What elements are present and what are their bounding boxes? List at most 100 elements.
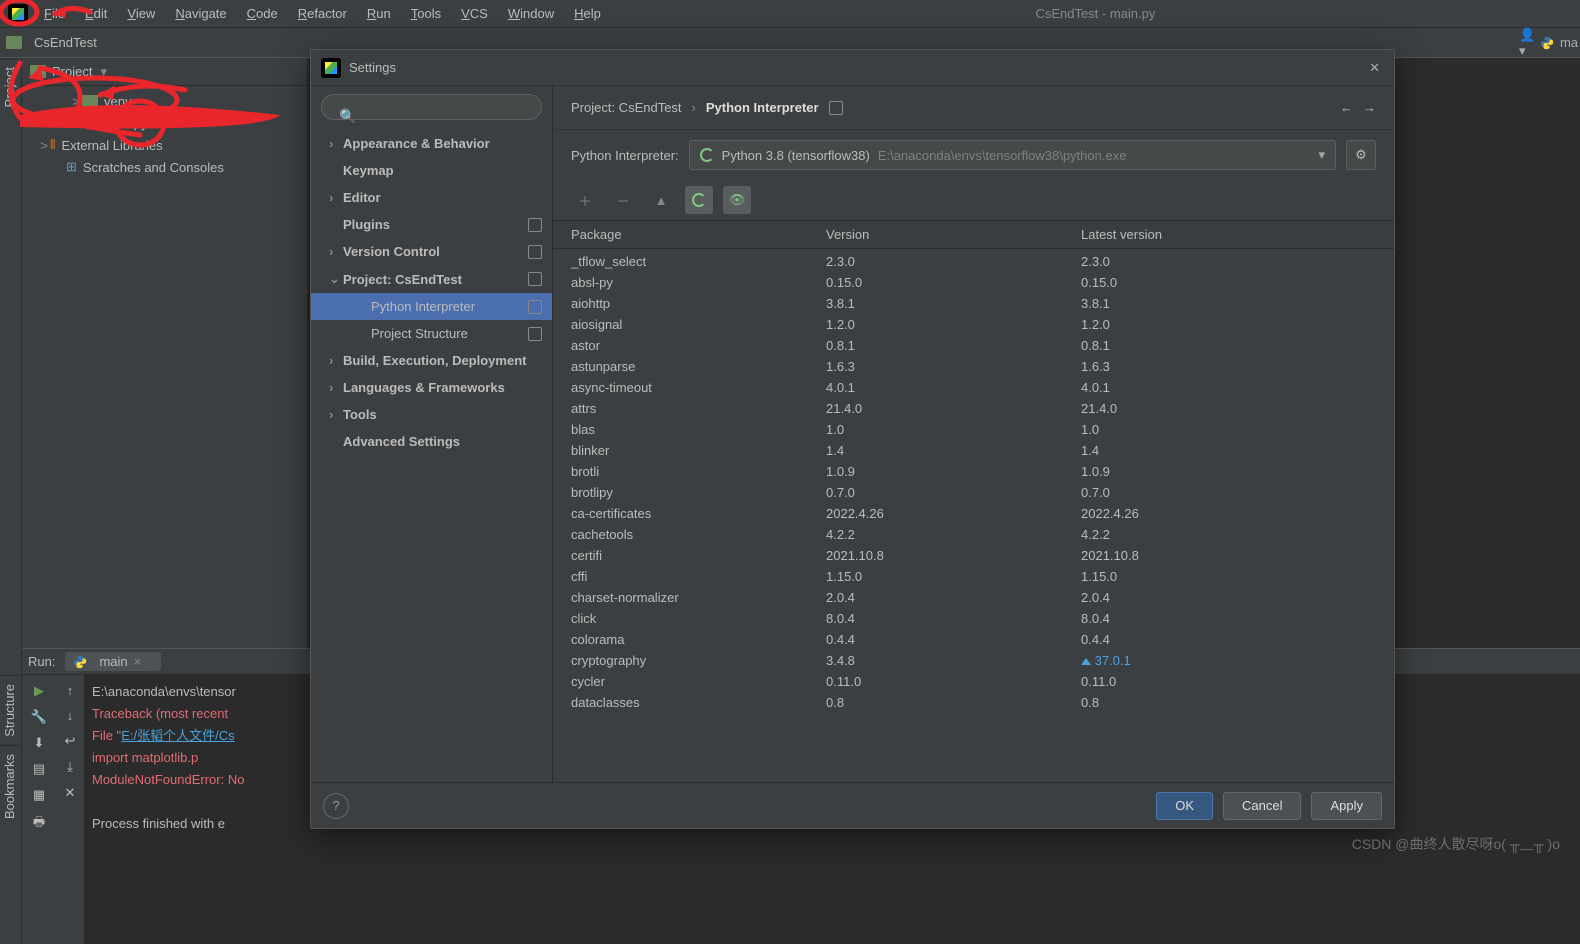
package-row[interactable]: astor0.8.10.8.1: [553, 335, 1394, 356]
close-icon[interactable]: ✕: [1365, 56, 1384, 80]
help-button[interactable]: ?: [323, 793, 349, 819]
package-row[interactable]: cryptography3.4.8 37.0.1: [553, 650, 1394, 671]
project-name[interactable]: CsEndTest: [34, 35, 97, 50]
category-tools[interactable]: ›Tools: [311, 401, 552, 428]
package-row[interactable]: absl-py0.15.00.15.0: [553, 272, 1394, 293]
settings-dialog: Settings ✕ 🔍 ›Appearance & BehaviorKeyma…: [310, 49, 1395, 829]
scroll-end-icon[interactable]: ⤓: [67, 759, 73, 775]
package-row[interactable]: charset-normalizer2.0.42.0.4: [553, 587, 1394, 608]
clear-icon[interactable]: ✕: [65, 785, 76, 801]
category-languages-frameworks[interactable]: ›Languages & Frameworks: [311, 374, 552, 401]
layout-icon[interactable]: ▤: [33, 761, 45, 777]
menu-window[interactable]: Window: [498, 2, 564, 25]
package-row[interactable]: brotlipy0.7.00.7.0: [553, 482, 1394, 503]
menu-code[interactable]: Code: [237, 2, 288, 25]
tree-node[interactable]: >⫴External Libraries: [22, 134, 307, 156]
remove-package-button[interactable]: －: [609, 186, 637, 214]
structure-tool-button[interactable]: Structure: [0, 675, 19, 745]
interpreter-dropdown[interactable]: Python 3.8 (tensorflow38) E:\anaconda\en…: [689, 140, 1336, 170]
category-version-control[interactable]: ›Version Control: [311, 238, 552, 265]
refresh-button[interactable]: [685, 186, 713, 214]
add-package-button[interactable]: ＋: [571, 186, 599, 214]
category-keymap[interactable]: Keymap: [311, 157, 552, 184]
forward-icon[interactable]: →: [1363, 100, 1376, 115]
package-row[interactable]: certifi2021.10.82021.10.8: [553, 545, 1394, 566]
folder-icon: [82, 95, 98, 108]
tree-node[interactable]: ⊞Scratches and Consoles: [22, 156, 307, 178]
category-editor[interactable]: ›Editor: [311, 184, 552, 211]
window-title: CsEndTest - main.py: [611, 6, 1580, 21]
apply-button[interactable]: Apply: [1311, 792, 1382, 820]
interpreter-settings-button[interactable]: ⚙: [1346, 140, 1376, 170]
menu-navigate[interactable]: Navigate: [165, 2, 236, 25]
breadcrumb-project[interactable]: Project: CsEndTest: [571, 100, 682, 115]
col-latest[interactable]: Latest version: [1081, 227, 1376, 242]
menu-view[interactable]: View: [117, 2, 165, 25]
package-row[interactable]: aiosignal1.2.01.2.0: [553, 314, 1394, 335]
rerun-icon[interactable]: ▶: [34, 683, 44, 699]
soft-wrap-icon[interactable]: ↩: [65, 733, 76, 749]
cancel-button[interactable]: Cancel: [1223, 792, 1301, 820]
show-early-button[interactable]: 👁: [723, 186, 751, 214]
menu-edit[interactable]: Edit: [75, 2, 117, 25]
package-row[interactable]: astunparse1.6.31.6.3: [553, 356, 1394, 377]
interpreter-path: E:\anaconda\envs\tensorflow38\python.exe: [878, 148, 1127, 163]
down-icon[interactable]: ⬇: [34, 735, 45, 751]
menu-tools[interactable]: Tools: [401, 2, 451, 25]
scratch-icon: ⊞: [66, 159, 77, 175]
package-row[interactable]: blinker1.41.4: [553, 440, 1394, 461]
upgrade-package-button[interactable]: ▲: [647, 186, 675, 214]
tree-node[interactable]: >venv: [22, 90, 307, 112]
category-build-execution-deployment[interactable]: ›Build, Execution, Deployment: [311, 347, 552, 374]
wrench-icon[interactable]: 🔧: [31, 709, 47, 725]
package-row[interactable]: colorama0.4.40.4.4: [553, 629, 1394, 650]
col-package[interactable]: Package: [571, 227, 826, 242]
package-row[interactable]: blas1.01.0: [553, 419, 1394, 440]
menu-vcs[interactable]: VCS: [451, 2, 498, 25]
package-row[interactable]: aiohttp3.8.13.8.1: [553, 293, 1394, 314]
category-project-structure[interactable]: Project Structure: [311, 320, 552, 347]
menu-file[interactable]: File: [34, 2, 75, 25]
run-tab[interactable]: main ×: [65, 652, 161, 671]
category-appearance-behavior[interactable]: ›Appearance & Behavior: [311, 130, 552, 157]
project-tool-button[interactable]: Project: [0, 58, 19, 115]
run-config-icon[interactable]: ma: [1548, 32, 1570, 54]
col-version[interactable]: Version: [826, 227, 1081, 242]
category-plugins[interactable]: Plugins: [311, 211, 552, 238]
layout2-icon[interactable]: ▦: [33, 787, 45, 803]
close-icon[interactable]: ×: [134, 654, 142, 669]
ok-button[interactable]: OK: [1156, 792, 1213, 820]
package-row[interactable]: attrs21.4.021.4.0: [553, 398, 1394, 419]
project-tree[interactable]: >venvmain.py>⫴External Libraries⊞Scratch…: [22, 86, 307, 648]
user-icon[interactable]: 👤▾: [1518, 32, 1540, 54]
menu-run[interactable]: Run: [357, 2, 401, 25]
package-row[interactable]: cachetools4.2.24.2.2: [553, 524, 1394, 545]
back-icon[interactable]: ←: [1340, 100, 1353, 115]
settings-search: 🔍: [321, 94, 542, 120]
package-row[interactable]: cffi1.15.01.15.0: [553, 566, 1394, 587]
tree-node[interactable]: main.py: [22, 112, 307, 134]
scope-icon: [829, 101, 843, 115]
spinner-icon: [700, 148, 714, 162]
down-arrow-icon[interactable]: ↓: [67, 708, 74, 723]
bookmarks-tool-button[interactable]: Bookmarks: [0, 745, 19, 827]
package-row[interactable]: dataclasses0.80.8: [553, 692, 1394, 713]
project-view-label[interactable]: Project: [52, 64, 92, 79]
package-row[interactable]: async-timeout4.0.14.0.1: [553, 377, 1394, 398]
package-row[interactable]: ca-certificates2022.4.262022.4.26: [553, 503, 1394, 524]
package-table-body[interactable]: _tflow_select2.3.02.3.0absl-py0.15.00.15…: [553, 249, 1394, 782]
package-row[interactable]: cycler0.11.00.11.0: [553, 671, 1394, 692]
package-row[interactable]: brotli1.0.91.0.9: [553, 461, 1394, 482]
package-row[interactable]: _tflow_select2.3.02.3.0: [553, 251, 1394, 272]
category-project-csendtest[interactable]: ⌄Project: CsEndTest: [311, 265, 552, 293]
category-python-interpreter[interactable]: Python Interpreter: [311, 293, 552, 320]
menu-help[interactable]: Help: [564, 2, 611, 25]
category-advanced-settings[interactable]: Advanced Settings: [311, 428, 552, 455]
gear-icon: ⚙: [1355, 147, 1367, 163]
dropdown-arrow-icon[interactable]: ▾: [100, 64, 107, 80]
print-icon[interactable]: 🖶: [33, 813, 45, 835]
up-arrow-icon[interactable]: ↑: [67, 683, 74, 698]
folder-icon: [6, 36, 22, 49]
package-row[interactable]: click8.0.48.0.4: [553, 608, 1394, 629]
menu-refactor[interactable]: Refactor: [288, 2, 357, 25]
